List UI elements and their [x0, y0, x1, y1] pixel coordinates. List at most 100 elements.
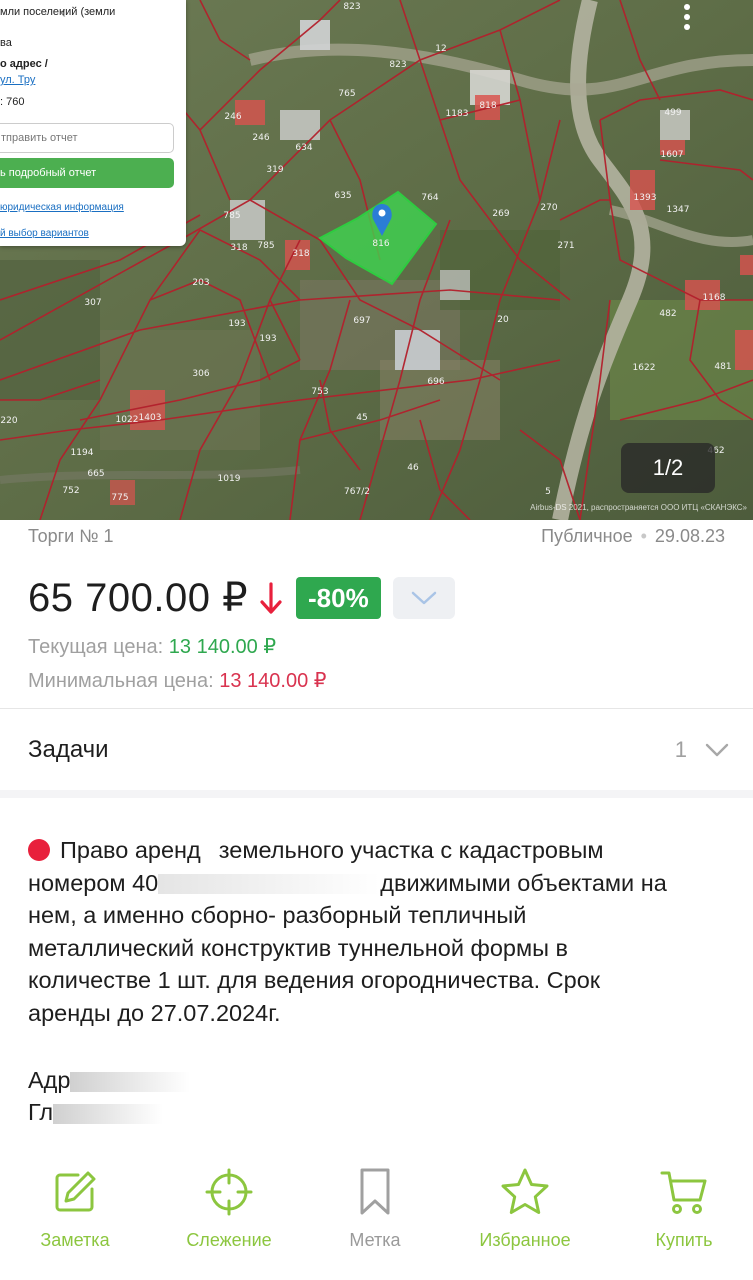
parcel-number-label: 45 — [356, 413, 367, 423]
parcel-number-label: 1403 — [139, 413, 162, 423]
parcel-number-label: 307 — [84, 298, 101, 308]
popup-line-address-label: о адрес / — [0, 58, 48, 70]
parcel-number-label: 696 — [427, 377, 444, 387]
parcel-number-label: 1194 — [71, 448, 94, 458]
parcel-number-label: 818 — [479, 101, 496, 111]
tasks-count: 1 — [674, 737, 687, 762]
divider — [0, 708, 753, 709]
favorites-label: Избранное — [479, 1230, 571, 1250]
price-row: 65 700.00 ₽ -80% — [28, 574, 455, 622]
parcel-number-label: 5 — [545, 487, 551, 497]
mark-label: Метка — [349, 1230, 401, 1250]
parcel-number-label: 20 — [497, 315, 509, 325]
parcel-number-label: 12 — [435, 44, 446, 54]
parcel-number-label: 1183 — [446, 109, 469, 119]
more-options-icon[interactable] — [683, 4, 691, 34]
detailed-report-button[interactable]: ь подробный отчет — [0, 158, 174, 188]
lot-date: 29.08.23 — [654, 526, 725, 546]
parcel-number-label: 271 — [557, 241, 574, 251]
desc-text: нем, а именно сборно- разборный тепличны… — [28, 902, 527, 928]
desc-text: номером 40 — [28, 869, 159, 896]
price-expand-button[interactable] — [392, 577, 455, 619]
parcel-number-label: 823 — [389, 60, 406, 70]
parcel-number-label: 1622 — [633, 363, 656, 373]
satellite-map[interactable]: 823 12 765 823 1183 818 499 246 246 634 319 635 764 2… — [0, 0, 753, 520]
auction-type: Публичное — [541, 526, 633, 546]
note-button[interactable]: Заметка — [0, 1166, 150, 1251]
section-separator — [0, 790, 753, 798]
parcel-number-label: 634 — [295, 143, 312, 153]
parcel-number-label: 665 — [87, 469, 104, 479]
legal-info-link[interactable]: юридическая информация — [0, 202, 124, 213]
desc-text: металлический конструктив туннельной фор… — [28, 934, 569, 961]
bookmark-icon — [300, 1166, 450, 1218]
parcel-number-label: 481 — [714, 362, 731, 372]
tracking-label: Слежение — [186, 1230, 272, 1250]
parcel-number-label: 1019 — [218, 474, 241, 484]
desc-text: количестве 1 шт. для ведения огородничес… — [28, 967, 601, 993]
desc-text: Право аренд — [60, 837, 201, 863]
buy-button[interactable]: Купить — [609, 1166, 753, 1251]
tracking-button[interactable]: Слежение — [154, 1166, 304, 1251]
parcel-number-label: 775 — [111, 493, 128, 503]
lot-meta-row: Торги № 1 Публичное • 29.08.23 — [28, 526, 725, 550]
parcel-number-label: 635 — [334, 191, 351, 201]
bottom-action-bar: Заметка Слежение Метка Избранное Купить — [0, 1150, 753, 1280]
parcel-number-label: 482 — [659, 309, 676, 319]
current-price-label: Текущая цена: — [28, 636, 164, 658]
tasks-title: Задачи — [28, 736, 109, 763]
parcel-number-label: 246 — [224, 112, 241, 122]
redacted-text — [70, 1071, 191, 1092]
buy-label: Купить — [655, 1230, 713, 1250]
parcel-number-label: 1607 — [661, 150, 684, 160]
lot-description: Право аренд земельного участка с кадастро… — [28, 834, 728, 1029]
parcel-number-label: 765 — [338, 89, 355, 99]
parcel-number-label: 318 — [292, 249, 309, 259]
parcel-number-label: 269 — [492, 209, 509, 219]
parcel-number-label: 1393 — [634, 193, 657, 203]
discount-badge: -80% — [296, 577, 381, 619]
redacted-text — [53, 1103, 164, 1124]
current-price-value: 13 140.00 ₽ — [168, 636, 277, 658]
lot-number: Торги № 1 — [28, 526, 114, 546]
parcel-info-popup: ‹ мли поселений (земли ва о адрес / ул. … — [0, 0, 186, 246]
parcel-number-label: 752 — [62, 486, 79, 496]
address-label: Адр — [28, 1067, 71, 1093]
parcel-number-label: 1022 — [116, 415, 139, 425]
mark-button[interactable]: Метка — [300, 1166, 450, 1251]
min-price-label: Минимальная цена: — [28, 670, 214, 692]
tasks-section-toggle[interactable]: Задачи 1 — [28, 726, 729, 774]
variants-link[interactable]: й выбор вариантов — [0, 228, 89, 239]
parcel-number-label: 499 — [664, 108, 681, 118]
cart-icon — [609, 1166, 753, 1218]
desc-text: аренды до 27.07.2024г. — [28, 999, 281, 1026]
desc-text: движимыми объектами на — [380, 869, 667, 896]
parcel-number-label: 785 — [223, 211, 240, 221]
min-price-value: 13 140.00 ₽ — [219, 670, 327, 692]
edit-icon — [0, 1166, 150, 1218]
current-price-row: Текущая цена: 13 140.00 ₽ — [28, 634, 276, 659]
desc-text: земельного участка с кадастровым — [218, 837, 604, 863]
parcel-number-label: 1347 — [667, 205, 690, 215]
parcel-number-label: 823 — [343, 2, 360, 12]
note-label: Заметка — [40, 1230, 110, 1250]
popup-address-link[interactable]: ул. Тру — [0, 74, 35, 86]
image-counter: 1/2 — [621, 443, 715, 493]
favorites-button[interactable]: Избранное — [450, 1166, 600, 1251]
parcel-number-label: 1168 — [703, 293, 726, 303]
map-attribution: Airbus-DS 2021, распространяется ООО ИТЦ… — [530, 503, 747, 512]
popup-line-area: : 760 — [0, 96, 25, 108]
send-report-input[interactable]: тправить отчет — [0, 123, 174, 153]
crosshair-icon — [154, 1166, 304, 1218]
parcel-number-label: 785 — [257, 241, 274, 251]
parcel-number-label: 318 — [230, 243, 247, 253]
popup-line-land-category: мли поселений (земли — [0, 6, 116, 18]
parcel-number-label: 46 — [407, 463, 419, 473]
parcel-number-label: 764 — [421, 193, 438, 203]
address-line: Гл — [28, 1099, 54, 1125]
parcel-number-label: 203 — [192, 278, 209, 288]
price-down-arrow-icon — [260, 582, 282, 614]
start-price: 65 700.00 ₽ — [28, 576, 249, 620]
parcel-number-label: 220 — [0, 416, 17, 426]
parcel-number-label: 270 — [540, 203, 557, 213]
